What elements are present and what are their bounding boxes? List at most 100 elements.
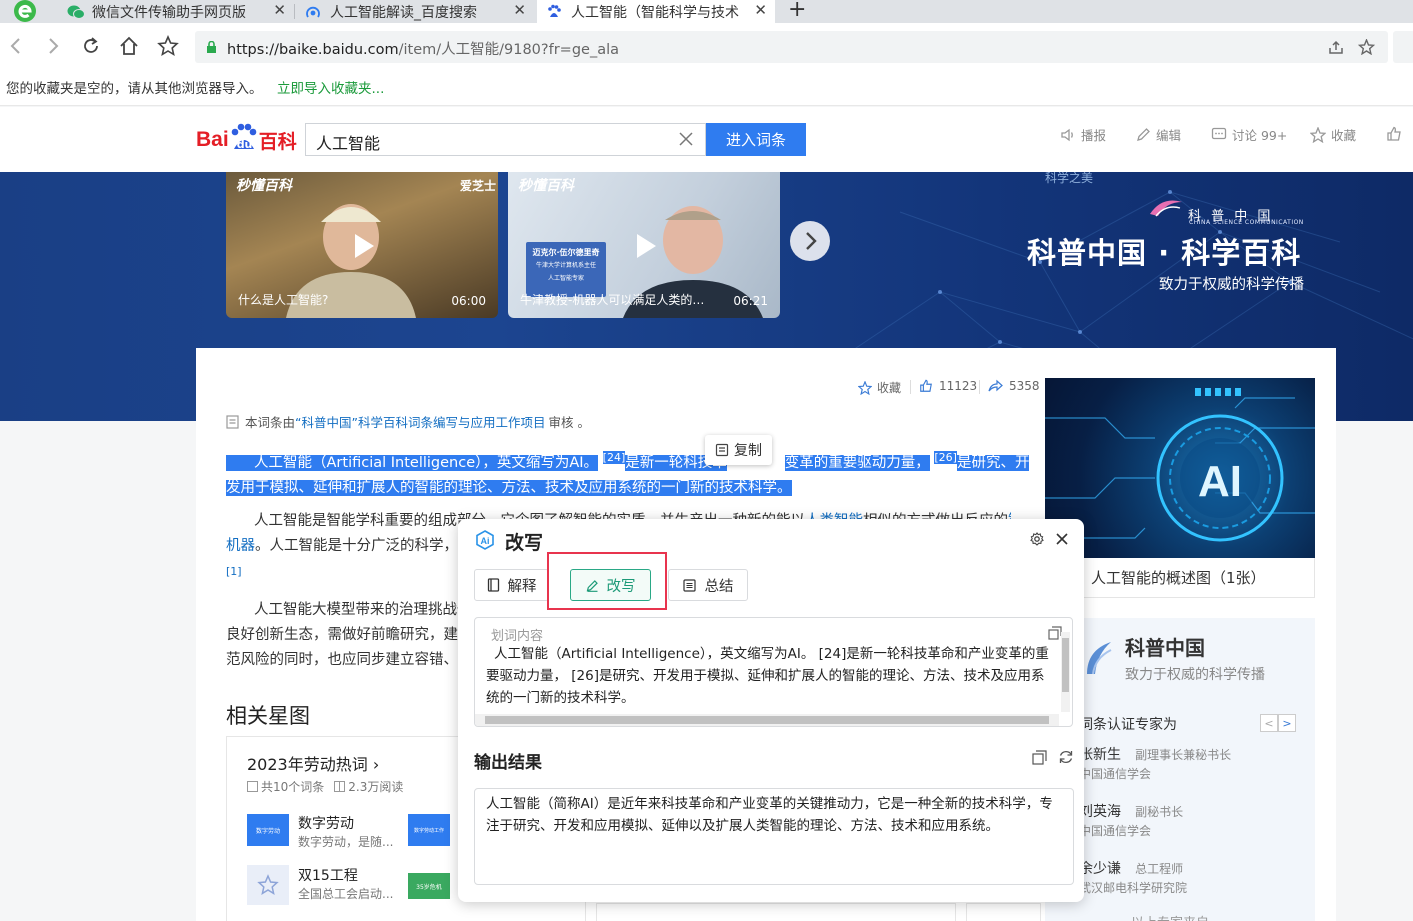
favorite-icon[interactable] xyxy=(1358,39,1375,55)
star-outline-icon xyxy=(858,380,872,395)
ai-circuit-graphic: AI xyxy=(1045,388,1315,542)
baike-header: Bai du 百科 人工智能 进入词条 播报 编辑 讨论 99+ 收藏 xyxy=(0,107,1413,172)
star-map-card-3[interactable] xyxy=(966,903,1041,921)
expert-item[interactable]: 刘英海 副秘书长 中国通信学会 xyxy=(1079,801,1183,839)
refresh-icon[interactable] xyxy=(1058,749,1074,765)
close-icon[interactable] xyxy=(1056,533,1068,545)
summary-button[interactable]: 总结 xyxy=(668,569,748,601)
bookmark-empty-text: 您的收藏夹是空的，请从其他浏览器导入。 xyxy=(6,81,263,97)
expand-icon[interactable] xyxy=(1048,626,1062,640)
kepu-logo-icon xyxy=(1150,200,1182,217)
tab-wechat[interactable]: 微信文件传输助手网页版 ✕ xyxy=(60,0,294,23)
tab-baidu-search[interactable]: 人工智能解读_百度搜索 ✕ xyxy=(298,0,534,23)
copy-output-icon[interactable] xyxy=(1032,750,1047,765)
svg-text:AI: AI xyxy=(1198,457,1242,506)
review-line: 本词条由 “科普中国”科学百科词条编写与应用工作项目 审核 。 xyxy=(226,412,590,431)
book-icon xyxy=(334,781,346,792)
link-machine[interactable]: 机器 xyxy=(226,538,255,554)
enter-entry-button[interactable]: 进入词条 xyxy=(706,123,806,156)
tab-close-icon[interactable]: ✕ xyxy=(513,1,526,19)
list-icon xyxy=(247,781,258,792)
intro-paragraph-selected: 人工智能（Artificial Intelligence），英文缩写为AI。 [… xyxy=(226,451,1030,496)
article-share-button[interactable]: 5358 xyxy=(988,379,1040,393)
play-icon xyxy=(637,234,656,258)
collect-button[interactable]: 收藏 xyxy=(1310,125,1356,144)
kepu-logo-icon xyxy=(1087,642,1112,675)
expert-item[interactable]: 张新生 副理事长兼秘书长 中国通信学会 xyxy=(1079,744,1231,782)
star-map-title: 2023年劳动热词 › xyxy=(247,755,380,774)
banner-title: 科普中国 · 科学百科 xyxy=(1027,236,1302,270)
comment-icon xyxy=(1211,127,1227,140)
import-bookmarks-link[interactable]: 立即导入收藏夹... xyxy=(277,77,384,97)
expert-item[interactable]: 余少谦 总工程师 武汉邮电科学研究院 xyxy=(1079,858,1187,896)
toolbar-extra-button[interactable] xyxy=(1393,31,1413,63)
tab-separator xyxy=(294,4,295,19)
copy-icon xyxy=(715,443,729,457)
horizontal-scrollbar[interactable] xyxy=(475,714,1059,726)
svg-text:Ai: Ai xyxy=(481,536,490,546)
star-map-thumbnail[interactable]: 数字劳动工作 xyxy=(408,814,450,846)
tab-close-icon[interactable]: ✕ xyxy=(273,1,286,19)
settings-gear-icon[interactable] xyxy=(1030,532,1044,546)
back-icon[interactable] xyxy=(8,37,24,55)
review-project-link[interactable]: “科普中国”科学百科词条编写与应用工作项目 xyxy=(295,412,545,431)
browser-tab-bar: 微信文件传输助手网页版 ✕ 人工智能解读_百度搜索 ✕ 人工智能（智能科学与技术… xyxy=(0,0,1413,23)
speaker-icon xyxy=(1061,128,1073,141)
guest-card: 迈克尔·伍尔德里奇 牛津大学计算机系主任 人工智能专家 xyxy=(526,242,606,297)
explain-button[interactable]: 解释 xyxy=(474,569,549,601)
baike-logo[interactable]: Bai du 百科 xyxy=(196,123,297,155)
article-like-button[interactable]: 11123 xyxy=(919,379,977,393)
tab-title: 人工智能（智能科学与技术 xyxy=(571,4,739,21)
output-result-box[interactable]: 人工智能（简称AI）是近年来科技革命和产业变革的关键推动力，它是一种全新的技术科… xyxy=(474,788,1074,885)
rewrite-highlight-box xyxy=(547,552,667,610)
forward-icon[interactable] xyxy=(45,37,61,55)
list-doc-icon xyxy=(682,578,696,592)
reference-link[interactable]: [1] xyxy=(226,565,242,578)
copy-tooltip[interactable]: 复制 xyxy=(705,435,772,465)
baike-search-input[interactable]: 人工智能 xyxy=(305,123,706,156)
play-icon xyxy=(355,234,374,258)
video-card[interactable]: 秒懂百科 爱芝士 什么是人工智能? 06:00 xyxy=(226,172,498,318)
experts-prev-button[interactable]: < xyxy=(1260,714,1278,732)
kepu-box: 科普中国 致力于权威的科学传播 词条认证专家为 < > 张新生 副理事长兼秘书长… xyxy=(1045,618,1315,921)
article-collect-button[interactable]: 收藏 xyxy=(858,379,901,396)
tab-close-icon[interactable]: ✕ xyxy=(754,1,767,19)
ai-overview-image[interactable]: AI xyxy=(1045,378,1315,558)
chevron-right-icon xyxy=(806,232,817,250)
baidu-paw-icon xyxy=(548,4,561,17)
next-video-button[interactable] xyxy=(790,221,830,261)
vertical-scrollbar[interactable] xyxy=(1061,632,1070,712)
video-card[interactable]: 迈克尔·伍尔德里奇 牛津大学计算机系主任 人工智能专家 秒懂百科 牛津教授-机器… xyxy=(508,172,780,318)
share-arrow-icon xyxy=(988,379,1003,392)
pencil-icon xyxy=(1137,128,1150,141)
tab-baike-active[interactable]: 人工智能（智能科学与技术 ✕ xyxy=(537,0,775,23)
wechat-icon xyxy=(67,5,85,19)
thumb-up-icon[interactable] xyxy=(1386,126,1402,142)
output-heading: 输出结果 xyxy=(474,753,542,773)
edit-button[interactable]: 编辑 xyxy=(1136,125,1181,144)
star-map-thumbnail[interactable]: 35岁危机 xyxy=(408,873,450,899)
home-icon[interactable] xyxy=(119,36,139,56)
baidu-paw-logo: du xyxy=(229,123,259,155)
experts-next-button[interactable]: > xyxy=(1278,714,1296,732)
bookmark-star-icon[interactable] xyxy=(157,35,179,57)
bookmark-bar: 您的收藏夹是空的，请从其他浏览器导入。 立即导入收藏夹... xyxy=(0,70,1413,106)
share-icon[interactable] xyxy=(1328,40,1344,55)
play-audio-button[interactable]: 播报 xyxy=(1060,125,1106,144)
browser-logo-icon[interactable] xyxy=(12,0,38,24)
star-map-card-2[interactable] xyxy=(596,903,956,921)
discuss-button[interactable]: 讨论 99+ xyxy=(1211,125,1287,144)
new-tab-button[interactable]: + xyxy=(788,0,806,22)
selected-text-box[interactable]: 划词内容 人工智能（Artificial Intelligence），英文缩写为… xyxy=(474,617,1073,727)
ai-logo-icon: Ai xyxy=(476,530,494,550)
reload-icon[interactable] xyxy=(81,36,101,56)
address-toolbar: https://baike.baidu.com/item/人工智能/9180?f… xyxy=(0,23,1413,70)
ai-image-caption[interactable]: 人工智能的概述图（1张） xyxy=(1045,558,1315,598)
document-icon xyxy=(226,414,239,429)
url-bar[interactable]: https://baike.baidu.com/item/人工智能/9180?f… xyxy=(195,31,1388,63)
clear-search-icon[interactable] xyxy=(679,132,693,146)
star-outline-icon xyxy=(1310,126,1326,143)
tab-title: 微信文件传输助手网页版 xyxy=(92,4,246,21)
popup-title: 改写 xyxy=(505,532,544,554)
ai-rewrite-popup: Ai 改写 解释 改写 总结 划词内容 人工智能（Artificial Inte… xyxy=(458,519,1084,902)
